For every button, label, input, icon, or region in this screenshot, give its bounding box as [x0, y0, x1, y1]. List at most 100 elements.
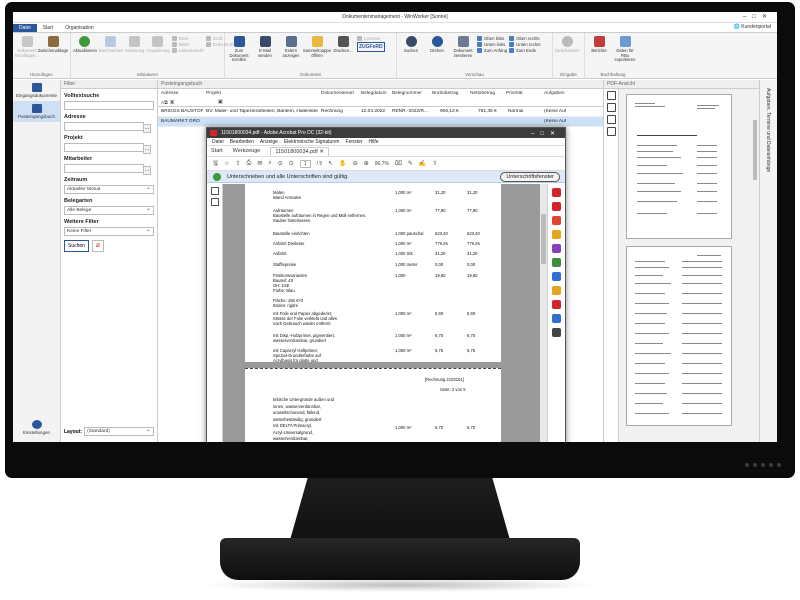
- col-prioritaet[interactable]: Priorität: [506, 91, 523, 96]
- comment-icon[interactable]: [606, 115, 616, 124]
- acrobat-tab-start[interactable]: Start: [211, 148, 223, 154]
- col-dokumentenart[interactable]: Dokumentenart: [321, 91, 354, 96]
- export-pdf-icon[interactable]: [552, 188, 561, 197]
- bottom-left-button[interactable]: Unten links: [477, 42, 507, 47]
- browse-button[interactable]: Durchsuchen: [99, 35, 123, 69]
- reset-button[interactable]: Zurücksetzen: [554, 35, 580, 69]
- to-end-button[interactable]: Zum Ende: [509, 48, 540, 53]
- zoom-in-icon[interactable]: ⊕: [364, 160, 369, 167]
- pdf-pane-scrollbar[interactable]: [753, 120, 757, 180]
- upload-icon[interactable]: ⇪: [236, 160, 241, 167]
- bookmarks-icon[interactable]: [210, 198, 219, 206]
- size-list[interactable]: Listenansicht: [171, 48, 204, 53]
- weitere-select[interactable]: Keine Filter: [64, 226, 154, 236]
- zoom-out-icon[interactable]: ⊖: [353, 160, 358, 167]
- filter-row-cell[interactable]: ▣: [218, 100, 223, 105]
- adresse-input[interactable]: [64, 122, 144, 131]
- signature-panel-button[interactable]: Unterschriftsfenster: [500, 172, 560, 182]
- scroll-to-document-button[interactable]: Zum Dokument scrollen: [227, 35, 251, 69]
- page-number-input[interactable]: 1: [299, 159, 311, 168]
- sort-button[interactable]: Sortierung: [125, 35, 144, 69]
- adresse-browse-button[interactable]: …: [143, 124, 151, 133]
- comment-tool-icon[interactable]: ✎: [408, 160, 413, 167]
- thumbnails-icon[interactable]: [210, 187, 219, 195]
- layout-select[interactable]: (Standard): [84, 426, 154, 436]
- print-button[interactable]: Drucken...: [331, 35, 355, 69]
- filter-search-button[interactable]: Suchen: [64, 240, 89, 252]
- pdf-page-icon[interactable]: [606, 91, 616, 100]
- open-folder-button[interactable]: Sammelmappe öffnen: [303, 35, 331, 69]
- zoom-level[interactable]: 96,7%: [375, 161, 389, 167]
- top-right-button[interactable]: Oben rechts: [509, 36, 540, 41]
- table-row[interactable]: BAUMARKT GRO (Keine Auf: [158, 117, 603, 127]
- mail-icon[interactable]: ✉: [257, 160, 262, 167]
- zoom-search-icon[interactable]: ⌕: [268, 160, 271, 167]
- sign-icon[interactable]: ✍: [419, 160, 426, 167]
- tag-icon[interactable]: [606, 127, 616, 136]
- menu-hilfe[interactable]: Hilfe: [369, 139, 379, 145]
- menu-anzeige[interactable]: Anzeige: [260, 139, 278, 145]
- settings-button[interactable]: Einstellungen: [13, 417, 60, 438]
- zeitraum-select[interactable]: Aktueller Monat: [64, 184, 154, 194]
- tab-organisation[interactable]: Organisation: [59, 24, 99, 32]
- col-adresse[interactable]: Adresse: [161, 91, 179, 96]
- projekt-input[interactable]: [64, 143, 144, 152]
- fill-sign-icon[interactable]: [552, 244, 561, 253]
- reports-button[interactable]: Berichte: [587, 35, 611, 69]
- kundenportal-link[interactable]: 🌐 Kundenportal: [734, 24, 771, 30]
- acrobat-scrollbar[interactable]: [540, 184, 547, 442]
- refresh-button[interactable]: Aktualisieren: [73, 35, 97, 69]
- print-icon[interactable]: ⎙: [247, 160, 252, 167]
- tab-start[interactable]: Start: [37, 24, 60, 32]
- belegarten-select[interactable]: Alle Belege: [64, 205, 154, 215]
- col-aufgaben[interactable]: Aufgaben: [544, 91, 565, 96]
- filter-row-icon[interactable]: A⧉ ▣: [161, 100, 174, 106]
- page-down-icon[interactable]: ⊙: [289, 160, 294, 167]
- comment-panel-icon[interactable]: [552, 230, 561, 239]
- size-medium[interactable]: Mittel: [171, 42, 204, 47]
- pdf-thumbnail-page-1[interactable]: [626, 94, 732, 239]
- to-start-button[interactable]: Zum Anfang: [477, 48, 507, 53]
- scan-icon[interactable]: [552, 272, 561, 281]
- scroll-thumb[interactable]: [541, 214, 546, 264]
- pdf-thumbnail-page-2[interactable]: [626, 246, 732, 426]
- page-up-icon[interactable]: ⊙: [278, 160, 283, 167]
- group-button[interactable]: Gruppierung: [146, 35, 170, 69]
- organize-pages-icon[interactable]: [552, 258, 561, 267]
- menu-fenster[interactable]: Fenster: [346, 139, 363, 145]
- export-fibu-button[interactable]: Daten für FiBu exportieren: [613, 35, 637, 69]
- volltext-input[interactable]: [64, 101, 154, 110]
- table-row[interactable]: BRIGGS BAUSTOFFH... BV: Maler- und Tapez…: [158, 107, 603, 117]
- menu-signaturen[interactable]: Elektronische Signaturen: [284, 139, 340, 145]
- clear-filter-icon[interactable]: ⌀: [91, 240, 104, 252]
- col-projekt[interactable]: Projekt: [206, 91, 221, 96]
- tab-datei[interactable]: Datei: [13, 24, 37, 32]
- fit-page-icon[interactable]: ⌧: [395, 160, 402, 167]
- bottom-right-button[interactable]: Unten rechts: [509, 42, 541, 47]
- nav-posteingangsbuch[interactable]: Posteingangsbuch: [13, 101, 60, 122]
- nav-eingangsdokumente[interactable]: Eingangsdokumente: [13, 80, 60, 101]
- menu-datei[interactable]: Datei: [212, 139, 224, 145]
- compress-icon[interactable]: [552, 300, 561, 309]
- star-icon[interactable]: ☆: [224, 160, 229, 167]
- col-brutto[interactable]: Bruttobetrag: [432, 91, 458, 96]
- hand-icon[interactable]: ✋: [339, 160, 346, 167]
- create-pdf-icon[interactable]: [552, 202, 561, 211]
- save-icon[interactable]: 🖫: [213, 159, 218, 169]
- center-document-button[interactable]: Dokument zentrieren: [451, 35, 475, 69]
- col-netto[interactable]: Nettobetrag: [470, 91, 495, 96]
- menu-bearbeiten[interactable]: Bearbeiten: [230, 139, 254, 145]
- bookmark-icon[interactable]: [606, 103, 616, 112]
- right-side-tab[interactable]: Aufgaben, Termine und Dateianhänge: [759, 80, 777, 442]
- col-belegdatum[interactable]: Belegdatum: [361, 91, 387, 96]
- rotate-button[interactable]: Drehen: [425, 35, 449, 69]
- edit-pdf-icon[interactable]: [552, 216, 561, 225]
- external-view-button[interactable]: Extern anzeigen: [279, 35, 303, 69]
- zugferd-badge[interactable]: ZUGFeRD: [357, 42, 385, 52]
- acrobat-tab-werkzeuge[interactable]: Werkzeuge: [233, 148, 261, 154]
- acrobat-tab-document[interactable]: 11501800034.pdf ✕: [270, 146, 329, 156]
- top-left-button[interactable]: Oben links: [477, 36, 507, 41]
- projekt-browse-button[interactable]: …: [143, 145, 151, 154]
- search-button[interactable]: Suchen: [399, 35, 423, 69]
- col-belegnummer[interactable]: Belegnummer: [392, 91, 422, 96]
